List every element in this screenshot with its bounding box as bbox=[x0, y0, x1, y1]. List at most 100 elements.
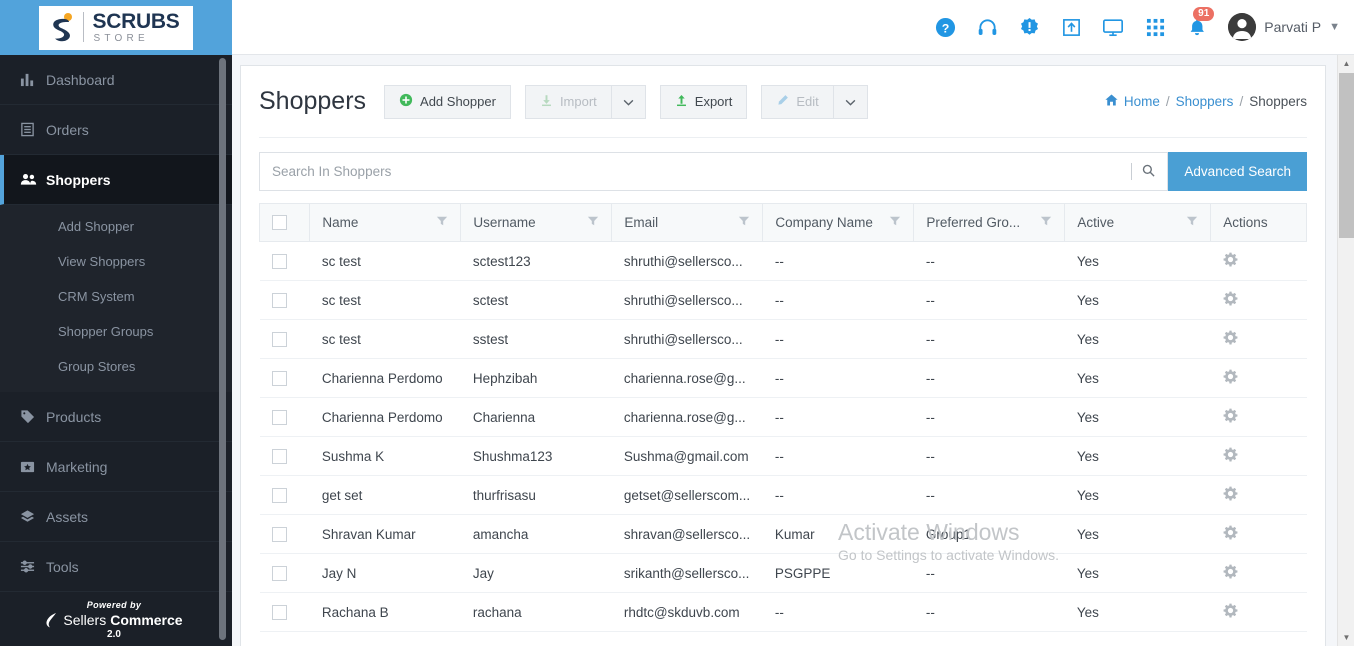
breadcrumb-home-link[interactable]: Home bbox=[1124, 94, 1160, 109]
add-shopper-button[interactable]: Add Shopper bbox=[384, 84, 511, 119]
column-header-email[interactable]: Email bbox=[611, 203, 764, 242]
help-icon[interactable]: ? bbox=[924, 7, 966, 47]
sidebar-item-dashboard[interactable]: Dashboard bbox=[0, 55, 232, 105]
filter-icon[interactable] bbox=[1040, 215, 1052, 230]
svg-text:?: ? bbox=[942, 21, 950, 35]
desktop-screen-icon[interactable] bbox=[1092, 7, 1134, 47]
cell-name bbox=[309, 631, 461, 634]
table-row[interactable]: Rachana B rachana rhdtc@skduvb.com -- --… bbox=[259, 592, 1307, 632]
apps-grid-icon[interactable] bbox=[1134, 7, 1176, 47]
filter-icon[interactable] bbox=[1186, 215, 1198, 230]
breadcrumb-shoppers-link[interactable]: Shoppers bbox=[1176, 94, 1234, 109]
table-row[interactable]: Shravan Kumar amancha shravan@sellersco.… bbox=[259, 514, 1307, 554]
filter-icon[interactable] bbox=[738, 215, 750, 230]
row-checkbox[interactable] bbox=[271, 253, 287, 269]
edit-button[interactable]: Edit bbox=[761, 84, 834, 119]
user-menu[interactable]: Parvati P ▼ bbox=[1228, 13, 1340, 41]
cell-name: sc test bbox=[309, 280, 461, 320]
edit-dropdown-button[interactable] bbox=[833, 84, 868, 119]
row-checkbox[interactable] bbox=[271, 604, 287, 620]
sidebar-item-marketing[interactable]: Marketing bbox=[0, 442, 232, 492]
gear-icon[interactable] bbox=[1223, 603, 1238, 622]
table-row[interactable]: sc test sctest shruthi@sellersco... -- -… bbox=[259, 280, 1307, 320]
column-header-preferred-group[interactable]: Preferred Gro... bbox=[913, 203, 1066, 242]
table-row[interactable] bbox=[259, 631, 1307, 634]
brand-logo[interactable]: SCRUBS STORE bbox=[38, 5, 194, 50]
table-row[interactable]: Charienna Perdomo Charienna charienna.ro… bbox=[259, 397, 1307, 437]
sidebar-subitem-shopper-groups[interactable]: Shopper Groups bbox=[0, 314, 232, 349]
row-checkbox[interactable] bbox=[271, 448, 287, 464]
row-checkbox[interactable] bbox=[271, 487, 287, 503]
search-icon[interactable] bbox=[1142, 164, 1159, 180]
notifications-bell-icon[interactable]: 91 bbox=[1176, 7, 1218, 47]
row-select-cell bbox=[259, 514, 310, 554]
filter-icon[interactable] bbox=[889, 215, 901, 230]
cell-active: Yes bbox=[1064, 592, 1211, 632]
sidebar-scrollbar[interactable] bbox=[219, 58, 226, 640]
sidebar-item-tools[interactable]: Tools bbox=[0, 542, 232, 592]
row-checkbox[interactable] bbox=[271, 370, 287, 386]
sidebar-item-label: Products bbox=[46, 408, 102, 425]
row-checkbox[interactable] bbox=[271, 292, 287, 308]
cell-name: Jay N bbox=[309, 553, 461, 593]
sidebar-item-products[interactable]: Products bbox=[0, 392, 232, 442]
column-header-username[interactable]: Username bbox=[460, 203, 613, 242]
gear-icon[interactable] bbox=[1223, 252, 1238, 271]
sidebar-item-orders[interactable]: Orders bbox=[0, 105, 232, 155]
import-dropdown-button[interactable] bbox=[611, 84, 646, 119]
row-select-cell bbox=[259, 358, 310, 398]
cell-company: -- bbox=[762, 319, 914, 359]
sidebar-footer: Powered by Sellers Commerce 2.0 bbox=[0, 600, 228, 640]
top-bar: ? 91 Parvati P ▼ bbox=[232, 0, 1354, 55]
gear-icon[interactable] bbox=[1223, 564, 1238, 583]
export-button[interactable]: Export bbox=[659, 84, 748, 119]
row-checkbox[interactable] bbox=[271, 409, 287, 425]
cell-username bbox=[460, 631, 612, 634]
table-row[interactable]: sc test sctest123 shruthi@sellersco... -… bbox=[259, 241, 1307, 281]
import-button[interactable]: Import bbox=[524, 84, 612, 119]
gear-icon[interactable] bbox=[1223, 486, 1238, 505]
filter-icon[interactable] bbox=[436, 215, 448, 230]
page-scrollbar[interactable]: ▲ ▼ bbox=[1337, 55, 1354, 646]
sidebar-subitem-add-shopper[interactable]: Add Shopper bbox=[0, 209, 232, 244]
cell-company: -- bbox=[762, 592, 914, 632]
layers-icon bbox=[20, 509, 46, 524]
table-row[interactable]: sc test sstest shruthi@sellersco... -- -… bbox=[259, 319, 1307, 359]
scrubs-s-logo-icon bbox=[49, 11, 75, 43]
column-header-active[interactable]: Active bbox=[1064, 203, 1212, 242]
row-checkbox[interactable] bbox=[271, 565, 287, 581]
filter-icon[interactable] bbox=[587, 215, 599, 230]
alert-badge-icon[interactable] bbox=[1008, 7, 1050, 47]
cell-group: -- bbox=[913, 280, 1065, 320]
column-header-company-name[interactable]: Company Name bbox=[762, 203, 915, 242]
column-header-name[interactable]: Name bbox=[309, 203, 462, 242]
table-row[interactable]: Charienna Perdomo Hephzibah charienna.ro… bbox=[259, 358, 1307, 398]
sidebar-item-shoppers[interactable]: Shoppers bbox=[0, 155, 232, 205]
table-row[interactable]: Jay N Jay srikanth@sellersco... PSGPPE -… bbox=[259, 553, 1307, 593]
search-input[interactable] bbox=[272, 164, 1122, 179]
scrollbar-thumb[interactable] bbox=[1339, 73, 1354, 238]
gear-icon[interactable] bbox=[1223, 330, 1238, 349]
row-checkbox[interactable] bbox=[271, 331, 287, 347]
breadcrumb-current: Shoppers bbox=[1249, 94, 1307, 109]
gear-icon[interactable] bbox=[1223, 291, 1238, 310]
gear-icon[interactable] bbox=[1223, 408, 1238, 427]
gear-icon[interactable] bbox=[1223, 447, 1238, 466]
cell-username: sstest bbox=[460, 319, 612, 359]
table-row[interactable]: Sushma K Shushma123 Sushma@gmail.com -- … bbox=[259, 436, 1307, 476]
notification-count-badge: 91 bbox=[1193, 7, 1215, 21]
sidebar-item-assets[interactable]: Assets bbox=[0, 492, 232, 542]
row-checkbox[interactable] bbox=[271, 526, 287, 542]
sidebar-subitem-crm-system[interactable]: CRM System bbox=[0, 279, 232, 314]
upload-box-icon[interactable] bbox=[1050, 7, 1092, 47]
select-all-checkbox[interactable] bbox=[272, 215, 287, 231]
sidebar-subitem-group-stores[interactable]: Group Stores bbox=[0, 349, 232, 384]
advanced-search-button[interactable]: Advanced Search bbox=[1168, 152, 1307, 191]
sidebar-subitem-view-shoppers[interactable]: View Shoppers bbox=[0, 244, 232, 279]
headset-support-icon[interactable] bbox=[966, 7, 1008, 47]
scroll-up-arrow-icon[interactable]: ▲ bbox=[1338, 55, 1354, 72]
table-row[interactable]: get set thurfrisasu getset@sellerscom...… bbox=[259, 475, 1307, 515]
gear-icon[interactable] bbox=[1223, 369, 1238, 388]
gear-icon[interactable] bbox=[1223, 525, 1238, 544]
scroll-down-arrow-icon[interactable]: ▼ bbox=[1338, 629, 1354, 646]
